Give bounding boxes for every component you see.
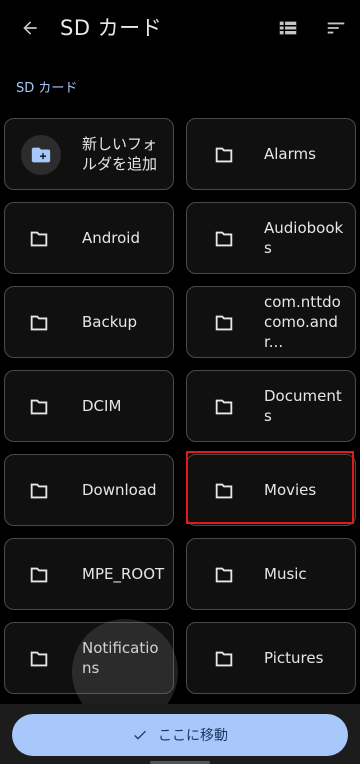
- folder-icon: [212, 395, 236, 419]
- folder-label: Audiobooks: [264, 219, 344, 257]
- folder-icon: [212, 647, 236, 671]
- list-view-button[interactable]: [270, 10, 306, 46]
- back-button[interactable]: [12, 10, 48, 46]
- folder-label: Music: [264, 565, 307, 583]
- move-here-button[interactable]: ここに移動: [12, 714, 348, 756]
- folder-label: Notifications: [82, 639, 159, 677]
- folder-backup[interactable]: Backup: [4, 286, 174, 358]
- folder-music[interactable]: Music: [186, 538, 356, 610]
- folder-icon: [212, 311, 236, 335]
- folder-download[interactable]: Download: [4, 454, 174, 526]
- folder-icon: [27, 479, 51, 503]
- folder-movies[interactable]: Movies: [186, 454, 356, 526]
- folder-icon: [212, 479, 236, 503]
- top-app-bar: SD カード: [0, 0, 360, 56]
- folder-icon: [212, 563, 236, 587]
- folder-com-nttdocomo[interactable]: com.nttdocomo.andr...: [186, 286, 356, 358]
- bottom-action-bar: ここに移動: [0, 704, 360, 764]
- folder-label: Alarms: [264, 145, 316, 163]
- folder-label: Pictures: [264, 649, 324, 667]
- folder-icon: [212, 143, 236, 167]
- list-view-icon: [279, 21, 297, 35]
- folder-label: DCIM: [82, 397, 122, 415]
- folder-icon: [27, 311, 51, 335]
- folder-label: Download: [82, 481, 157, 499]
- folder-notifications[interactable]: Notifications: [4, 622, 174, 694]
- file-picker-screen: SD カード SD カード 新しいフォルダを追加 Alarms Android …: [0, 0, 360, 764]
- page-title: SD カード: [60, 16, 163, 40]
- folder-pictures[interactable]: Pictures: [186, 622, 356, 694]
- folder-audiobooks[interactable]: Audiobooks: [186, 202, 356, 274]
- folder-grid: 新しいフォルダを追加 Alarms Android Audiobooks Bac…: [0, 114, 360, 708]
- folder-icon: [27, 395, 51, 419]
- sort-icon: [327, 22, 345, 34]
- folder-label: Backup: [82, 313, 137, 331]
- breadcrumb-sd-card[interactable]: SD カード: [16, 77, 77, 96]
- arrow-back-icon: [23, 21, 37, 35]
- folder-label: Movies: [264, 481, 317, 499]
- folder-android[interactable]: Android: [4, 202, 174, 274]
- folder-icon: [212, 227, 236, 251]
- folder-documents[interactable]: Documents: [186, 370, 356, 442]
- folder-label: MPE_ROOT: [82, 565, 165, 583]
- new-folder-label: 新しいフォルダを追加: [82, 135, 158, 173]
- folder-icon: [27, 563, 51, 587]
- move-here-label: ここに移動: [158, 728, 228, 744]
- folder-dcim[interactable]: DCIM: [4, 370, 174, 442]
- folder-label: com.nttdocomo.andr...: [264, 293, 341, 351]
- new-folder-icon-bg: [21, 135, 61, 175]
- folder-mpe-root[interactable]: MPE_ROOT: [4, 538, 174, 610]
- folder-alarms[interactable]: Alarms: [186, 118, 356, 190]
- folder-icon: [27, 647, 51, 671]
- folder-label: Documents: [264, 387, 342, 425]
- new-folder-tile[interactable]: 新しいフォルダを追加: [4, 118, 174, 190]
- create-new-folder-icon: [31, 147, 51, 163]
- sort-button[interactable]: [318, 10, 354, 46]
- folder-label: Android: [82, 229, 140, 247]
- check-icon: [134, 730, 146, 740]
- folder-icon: [27, 227, 51, 251]
